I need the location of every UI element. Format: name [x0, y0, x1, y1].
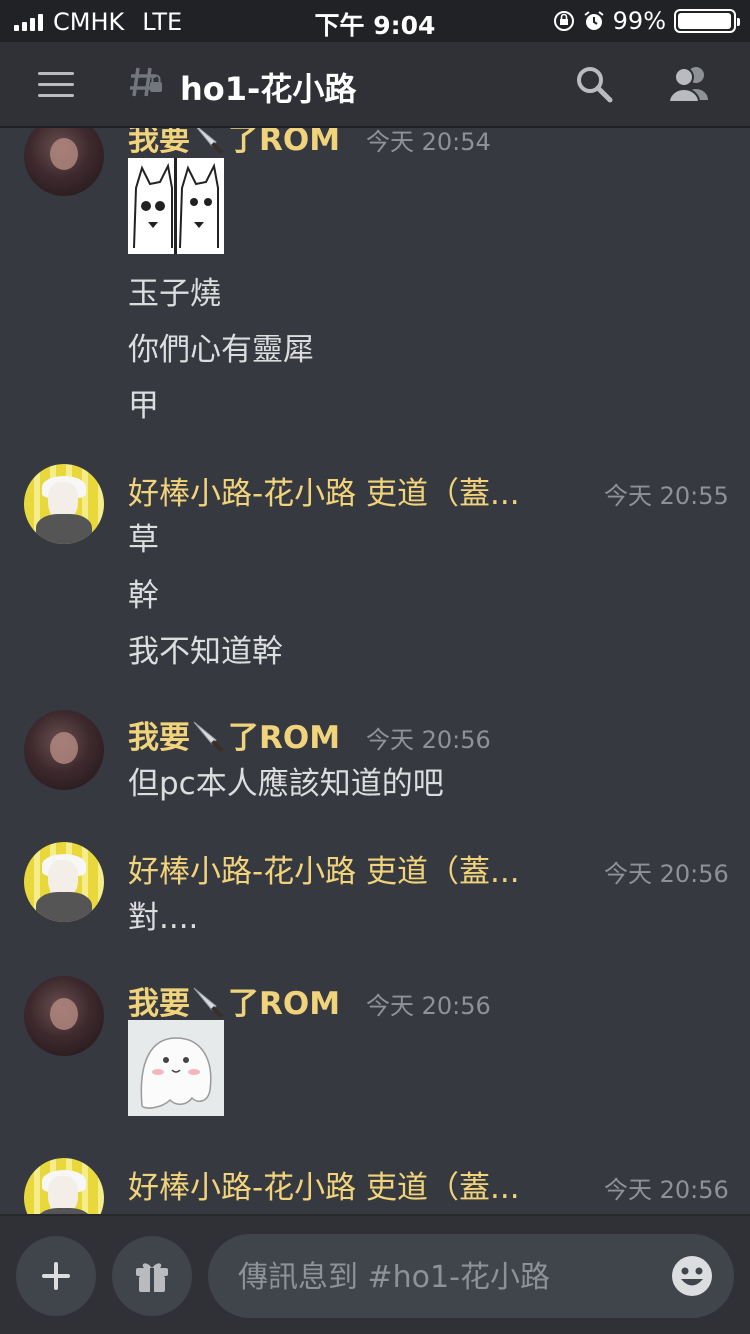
plus-icon — [42, 1262, 70, 1290]
channel-header: ho1-花小路 — [0, 42, 750, 128]
message-text: 但pc本人應該知道的吧 — [128, 766, 444, 802]
gift-icon — [136, 1263, 168, 1292]
status-bar: CMHK LTE 下午 9:04 99% — [0, 0, 750, 42]
members-icon[interactable] — [666, 64, 712, 104]
sticker-image[interactable] — [128, 158, 224, 254]
knife-icon — [193, 721, 224, 752]
emoji-icon[interactable] — [670, 1254, 714, 1298]
add-attachment-button[interactable] — [16, 1236, 96, 1316]
username[interactable]: 我要 了ROM — [128, 712, 340, 757]
alarm-icon — [584, 11, 604, 30]
message-text: 對.... — [128, 900, 199, 936]
message-text: 幹 — [128, 578, 159, 614]
knife-icon — [193, 987, 224, 1018]
battery-percent: 99% — [612, 7, 666, 35]
timestamp: 今天 20:55 — [604, 482, 729, 510]
avatar[interactable] — [24, 1158, 104, 1214]
channel-title: ho1-花小路 — [180, 70, 357, 108]
avatar[interactable] — [24, 976, 104, 1056]
message-text: 草 — [128, 522, 159, 558]
message-text: 你們心有靈犀 — [128, 332, 314, 368]
orientation-lock-icon — [553, 11, 574, 31]
username[interactable]: 好棒小路-花小路 吏道（蓋... — [128, 468, 558, 513]
timestamp: 今天 20:54 — [366, 128, 491, 156]
timestamp: 今天 20:56 — [366, 992, 491, 1020]
knife-icon — [196, 128, 224, 154]
timestamp: 今天 20:56 — [604, 1176, 729, 1204]
channel-hash-lock-icon — [128, 62, 164, 111]
timestamp: 今天 20:56 — [604, 860, 729, 888]
message-input-wrapper[interactable] — [208, 1234, 734, 1320]
avatar[interactable] — [24, 710, 104, 790]
message-list[interactable]: 我要 了ROM 今天 20:54 玉子燒 你們心有靈犀 甲 好棒小路-花小路 吏道… — [0, 128, 750, 1214]
search-icon[interactable] — [574, 64, 614, 104]
gift-button[interactable] — [112, 1236, 192, 1316]
username[interactable]: 好棒小路-花小路 吏道（蓋... — [128, 846, 558, 891]
username[interactable]: 好棒小路-花小路 吏道（蓋... — [128, 1162, 558, 1207]
avatar[interactable] — [24, 842, 104, 922]
menu-icon[interactable] — [38, 72, 74, 98]
sticker-image[interactable] — [128, 1020, 224, 1116]
message-text: 玉子燒 — [128, 276, 221, 312]
avatar[interactable] — [24, 128, 104, 196]
message-text: 甲 — [128, 388, 159, 424]
timestamp: 今天 20:56 — [366, 726, 491, 754]
message-text: 我不知道幹 — [128, 634, 283, 670]
message-input[interactable] — [236, 1234, 660, 1320]
message-composer — [0, 1214, 750, 1334]
username[interactable]: 我要 了ROM — [128, 128, 340, 159]
battery-icon — [674, 9, 740, 33]
avatar[interactable] — [24, 464, 104, 544]
username[interactable]: 我要 了ROM — [128, 978, 340, 1023]
